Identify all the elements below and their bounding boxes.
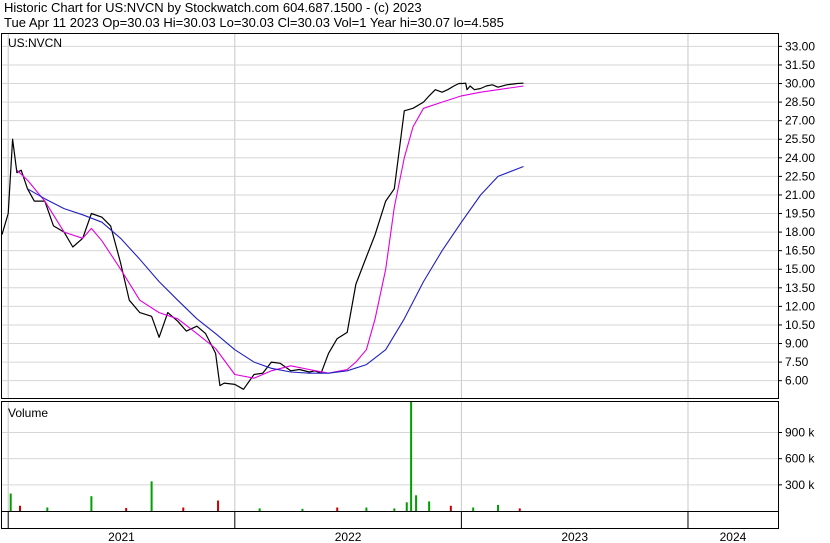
price-panel: US:NVCN 33.00 31.50 30.00 28.50 27.00 25.50 24… <box>1 33 815 399</box>
price-tick-label: 19.50 <box>785 207 815 221</box>
price-tick-label: 7.50 <box>785 355 809 369</box>
volume-bar <box>182 507 185 511</box>
price-tick-label: 24.00 <box>785 151 815 165</box>
price-tick-label: 6.00 <box>785 374 809 388</box>
price-tick-label: 30.00 <box>785 77 815 91</box>
year-label: 2023 <box>561 530 588 543</box>
price-tick-label: 22.50 <box>785 169 815 183</box>
price-tick-label: 33.00 <box>785 39 815 53</box>
price-tick-label: 13.50 <box>785 281 815 295</box>
time-axis-labels: 2021 2022 2023 2024 <box>7 512 747 543</box>
stock-chart: US:NVCN 33.00 31.50 30.00 28.50 27.00 25.50 24… <box>1 33 815 543</box>
volume-bar <box>410 402 413 511</box>
price-tick-label: 9.00 <box>785 337 809 351</box>
volume-bar <box>497 504 500 511</box>
volume-bar <box>258 508 261 511</box>
price-axis-labels: 33.00 31.50 30.00 28.50 27.00 25.50 24.00 22.50… <box>778 39 815 388</box>
volume-bar <box>415 495 418 511</box>
volume-plot-area <box>1 401 779 512</box>
volume-grid <box>2 402 778 511</box>
volume-bar <box>19 505 22 511</box>
volume-bar <box>46 507 49 511</box>
volume-bar <box>518 508 521 511</box>
volume-chart-title: Volume <box>8 406 48 420</box>
volume-bar <box>125 507 128 511</box>
price-tick-label: 12.00 <box>785 299 815 313</box>
volume-bar <box>393 508 396 511</box>
volume-bars-layer <box>9 402 521 511</box>
price-tick-label: 18.00 <box>785 225 815 239</box>
volume-tick-label: 600 k <box>785 452 815 466</box>
price-tick-label: 15.00 <box>785 262 815 276</box>
volume-bar <box>150 481 153 511</box>
volume-bar <box>301 508 304 511</box>
year-label: 2024 <box>720 530 747 543</box>
year-label: 2022 <box>335 530 362 543</box>
price-chart-title: US:NVCN <box>8 36 62 50</box>
volume-bar <box>365 507 368 511</box>
volume-bar <box>217 500 220 511</box>
volume-axis-labels: 900 k 600 k 300 k <box>778 426 815 492</box>
price-tick-label: 25.50 <box>785 132 815 146</box>
volume-bar <box>428 501 431 511</box>
volume-bar <box>405 502 408 511</box>
price-tick-label: 31.50 <box>785 58 815 72</box>
price-tick-label: 28.50 <box>785 95 815 109</box>
price-tick-label: 27.00 <box>785 114 815 128</box>
volume-bar <box>472 507 475 511</box>
time-axis-band <box>1 511 779 529</box>
volume-tick-label: 300 k <box>785 478 815 492</box>
price-tick-label: 21.00 <box>785 188 815 202</box>
series-line-ma_long <box>27 165 524 374</box>
volume-panel: Volume 900 k 600 k 300 k <box>1 401 815 512</box>
price-tick-label: 16.50 <box>785 244 815 258</box>
time-axis: 2021 2022 2023 2024 <box>1 511 779 543</box>
price-tick-label: 10.50 <box>785 318 815 332</box>
volume-bar <box>336 507 339 511</box>
volume-bar <box>9 493 12 511</box>
volume-bar <box>449 505 452 511</box>
volume-bar <box>90 496 93 511</box>
year-label: 2021 <box>108 530 135 543</box>
volume-tick-label: 900 k <box>785 426 815 440</box>
